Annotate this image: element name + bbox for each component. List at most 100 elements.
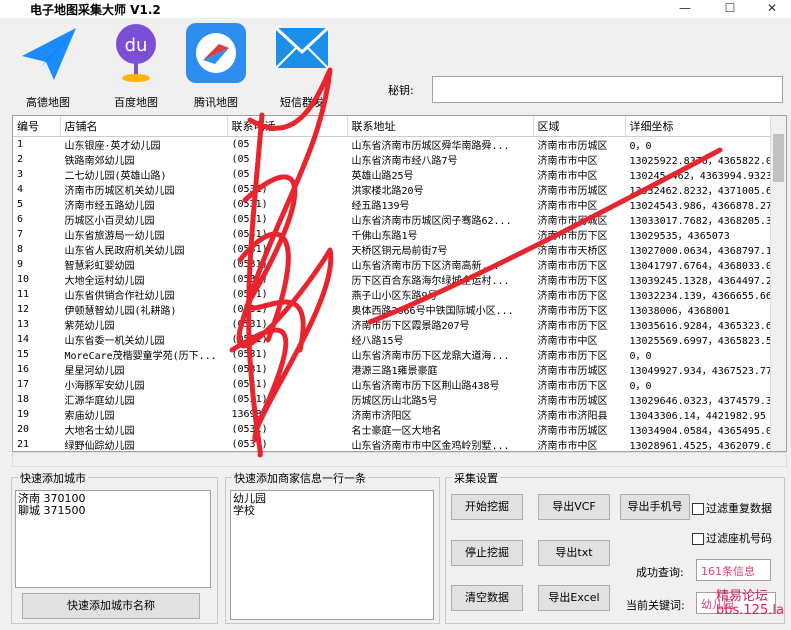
table-cell: 山东省人民政府机关幼儿园 (60, 241, 228, 257)
table-cell: 3 (13, 166, 61, 182)
table-row[interactable]: 6 历城区小百灵幼儿园 (0531) 山东省济南市历城区闵子骞路62... 济南市市历城… (13, 211, 785, 227)
table-row[interactable]: 5 济南市经五路幼儿园 (0531) 经五路139号 济南市市中区 13024543.98… (13, 196, 785, 212)
sms-button[interactable]: 短信群发 (262, 22, 342, 110)
table-cell: 紫苑幼儿园 (60, 316, 228, 332)
maximize-button[interactable]: ☐ (715, 0, 745, 18)
close-button[interactable]: ✕ (757, 0, 787, 18)
table-row[interactable]: 9 智慧彩虹婴幼园 (0531) 山东省济南市历下区济南高新... 济南市市历下区 130… (13, 256, 785, 272)
table-cell: 大地名士幼儿园 (60, 421, 228, 437)
table-row[interactable]: 21 绿野仙踪幼儿园 (0531) 山东省济南市市中区金鸡岭别墅... 济南市市中区 13… (13, 436, 785, 451)
export-txt-button[interactable]: 导出txt (538, 540, 610, 566)
merchant-textarea[interactable]: 幼儿园 学校 (230, 490, 434, 620)
paper-plane-icon (16, 22, 80, 89)
table-row[interactable]: 3 二七幼儿园(英雄山路) (05 英雄山路25号 济南市市中区 130245.462，4… (13, 166, 785, 182)
export-excel-button[interactable]: 导出Excel (538, 585, 610, 611)
table-cell: 济南市市历下区 (533, 226, 626, 242)
column-header[interactable]: 联系电话 (227, 116, 348, 137)
table-cell: 济南市市中区 (533, 196, 626, 212)
column-header[interactable]: 区域 (533, 116, 626, 137)
scroll-thumb[interactable] (773, 134, 784, 182)
table-cell: 1 (13, 136, 61, 152)
table-row[interactable]: 17 小海豚军安幼儿园 (0531) 山东省济南市历下区荆山路438号 济南市市历下区 0… (13, 376, 785, 392)
table-cell: 6 (13, 211, 61, 227)
export-phone-button[interactable]: 导出手机号 (620, 494, 690, 520)
table-cell: 山东银座·英才幼儿园 (60, 136, 228, 152)
table-row[interactable]: 19 索庙幼儿园 13698 济南市济阳区 济南市市济阳县 13043306.14，442… (13, 406, 785, 422)
column-header[interactable]: 详细坐标 (625, 116, 785, 137)
table-cell: 济南市市历下区 (533, 346, 626, 362)
start-button[interactable]: 开始挖掘 (451, 494, 523, 520)
secret-key-input[interactable] (432, 76, 783, 103)
table-row[interactable]: 11 山东省供销合作社幼儿园 (0531) 燕子山小区东路9号 济南市市历下区 13032… (13, 286, 785, 302)
table-cell: 130245.462，4363994.9323 (625, 166, 785, 182)
table-row[interactable]: 18 汇源华庭幼儿园 (0531) 历城区历山北路5号 济南市市历城区 13029646.… (13, 391, 785, 407)
table-row[interactable]: 14 山东省委一机关幼儿园 (0531) 经八路15号 济南市市中区 13025569.6… (13, 331, 785, 347)
table-cell: 索庙幼儿园 (60, 406, 228, 422)
table-cell: 山东省供销合作社幼儿园 (60, 286, 228, 302)
table-cell: 山东省济南市历下区济南高新... (347, 256, 534, 272)
column-header[interactable]: 店铺名 (60, 116, 228, 137)
table-row[interactable]: 16 星星河幼儿园 (0531) 港源三路1雍景豪庭 济南市市历城区 13049927.9… (13, 361, 785, 377)
table-cell: 14 (13, 331, 61, 347)
table-cell: 天桥区铜元局前街7号 (347, 241, 534, 257)
table-cell: 0，0 (625, 346, 785, 362)
table-cell: 12 (13, 301, 61, 317)
table-cell: 13027000.0634，4368797.194 (625, 241, 785, 257)
table-cell: 10 (13, 271, 61, 287)
table-cell: 13028961.4525，4362079.696 (625, 436, 785, 451)
column-header[interactable]: 联系地址 (347, 116, 534, 137)
table-cell: (0531) (227, 391, 348, 407)
table-cell: 13 (13, 316, 61, 332)
table-cell: 13032462.8232，4371005.659 (625, 181, 785, 197)
column-header[interactable]: 编号 (13, 116, 61, 137)
table-cell: 济南市市历城区 (533, 181, 626, 197)
results-table[interactable]: 编号 店铺名 联系电话 联系地址 区域 详细坐标 1 山东银座·英才幼儿园 (05 山… (12, 115, 787, 452)
table-cell: (0531) (227, 196, 348, 212)
horizontal-scrollbar[interactable] (12, 452, 787, 467)
tencent-map-button[interactable]: 腾讯地图 (176, 22, 256, 110)
table-cell: 13698 (227, 406, 348, 422)
table-cell: 5 (13, 196, 61, 212)
city-textarea[interactable]: 济南 370100 聊城 371500 (15, 490, 211, 588)
table-cell: 济南市市历下区 (533, 286, 626, 302)
success-count-field: 161条信息 (696, 559, 771, 581)
baidu-map-button[interactable]: du 百度地图 (96, 22, 176, 110)
watermark: 精易论坛 bbs.125.la (716, 590, 784, 618)
clear-button[interactable]: 清空数据 (451, 585, 523, 611)
table-cell: 山东省济南市经八路7号 (347, 151, 534, 167)
table-row[interactable]: 13 紫苑幼儿园 (0531) 济南市历下区霞景路207号 济南市市历下区 1303561… (13, 316, 785, 332)
table-row[interactable]: 8 山东省人民政府机关幼儿园 (0531) 天桥区铜元局前街7号 济南市市天桥区 1302… (13, 241, 785, 257)
table-cell: 铁路南郊幼儿园 (60, 151, 228, 167)
secret-key-label: 秘钥: (388, 84, 414, 97)
table-row[interactable]: 4 济南市历城区机关幼儿园 (0531) 洪家楼北路20号 济南市市历城区 1303246… (13, 181, 785, 197)
table-cell: 济南市济阳区 (347, 406, 534, 422)
table-row[interactable]: 15 MoreCare茂楷婴童学苑(历下... (0531) 山东省济南市历下区龙鼎大… (13, 346, 785, 362)
amap-button[interactable]: 高德地图 (8, 22, 88, 110)
add-city-button[interactable]: 快速添加城市名称 (22, 593, 200, 619)
table-row[interactable]: 2 铁路南郊幼儿园 (05 山东省济南市经八路7号 济南市市中区 13025922.837… (13, 151, 785, 167)
export-vcf-button[interactable]: 导出VCF (538, 494, 610, 520)
table-cell: 小海豚军安幼儿园 (60, 376, 228, 392)
vertical-scrollbar[interactable] (770, 116, 786, 451)
filter-landline-checkbox[interactable]: 过滤座机号码 (692, 530, 772, 546)
table-cell: 智慧彩虹婴幼园 (60, 256, 228, 272)
table-row[interactable]: 12 伊顿慧智幼儿园(礼耕路) (0531) 奥体西路2666号中铁国际城小区... 济… (13, 301, 785, 317)
stop-button[interactable]: 停止挖掘 (451, 540, 523, 566)
table-cell: 13024543.986，4366878.2761 (625, 196, 785, 212)
table-row[interactable]: 20 大地名士幼儿园 (0531) 名士豪庭一区大地名 济南市市历城区 13034904.… (13, 421, 785, 437)
baidu-map-icon: du (110, 22, 162, 87)
table-row[interactable]: 10 大地全运村幼儿园 (0531) 历下区百合东路海尔绿城全运村... 济南市市历下区… (13, 271, 785, 287)
minimize-button[interactable]: — (670, 0, 700, 18)
table-cell: 燕子山小区东路9号 (347, 286, 534, 302)
merchant-group-title: 快速添加商家信息一行一条 (232, 470, 368, 486)
table-cell: 济南市市历下区 (533, 256, 626, 272)
table-row[interactable]: 7 山东省旅游局一幼儿园 (0531) 千佛山东路1号 济南市市历下区 13029535，… (13, 226, 785, 242)
watermark-line2: bbs.125.la (716, 603, 784, 618)
table-cell: 山东省济南市历下区龙鼎大道海... (347, 346, 534, 362)
table-cell: 山东省济南市市中区金鸡岭别墅... (347, 436, 534, 451)
table-cell: 0，0 (625, 376, 785, 392)
filter-duplicates-checkbox[interactable]: 过滤重复数据 (692, 500, 772, 516)
table-cell: 济南市市中区 (533, 166, 626, 182)
table-row[interactable]: 1 山东银座·英才幼儿园 (05 山东省济南市历城区舜华南路舜... 济南市市历城区 0，… (13, 136, 785, 152)
table-cell: 洪家楼北路20号 (347, 181, 534, 197)
